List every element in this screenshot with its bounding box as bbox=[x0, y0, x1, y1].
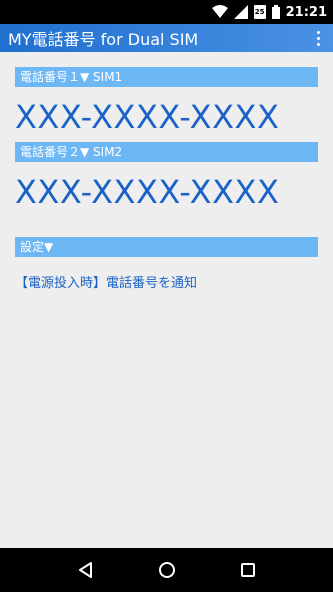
app-title: MY電話番号 for Dual SIM bbox=[8, 30, 199, 49]
nav-bar bbox=[0, 548, 333, 592]
sim1-header[interactable]: 電話番号１▼ SIM1 bbox=[15, 67, 318, 87]
sim2-number: XXX-XXXX-XXXX bbox=[15, 173, 280, 211]
overflow-menu-icon[interactable] bbox=[311, 28, 325, 48]
sim1-number: XXX-XXXX-XXXX bbox=[15, 98, 280, 136]
notify-on-boot-option[interactable]: 【電源投入時】電話番号を通知 bbox=[15, 272, 197, 291]
home-icon[interactable] bbox=[155, 558, 179, 582]
status-bar: 25 21:21 bbox=[0, 0, 333, 24]
settings-header[interactable]: 設定▼ bbox=[15, 237, 318, 257]
recents-icon[interactable] bbox=[236, 558, 260, 582]
back-icon[interactable] bbox=[74, 558, 98, 582]
app-bar: MY電話番号 for Dual SIM bbox=[0, 24, 333, 52]
sim2-header[interactable]: 電話番号２▼ SIM2 bbox=[15, 142, 318, 162]
wifi-icon bbox=[211, 5, 228, 19]
signal-icon bbox=[233, 5, 248, 19]
battery-icon bbox=[271, 5, 280, 19]
sim-badge: 25 bbox=[253, 5, 266, 19]
status-time: 21:21 bbox=[285, 4, 327, 20]
